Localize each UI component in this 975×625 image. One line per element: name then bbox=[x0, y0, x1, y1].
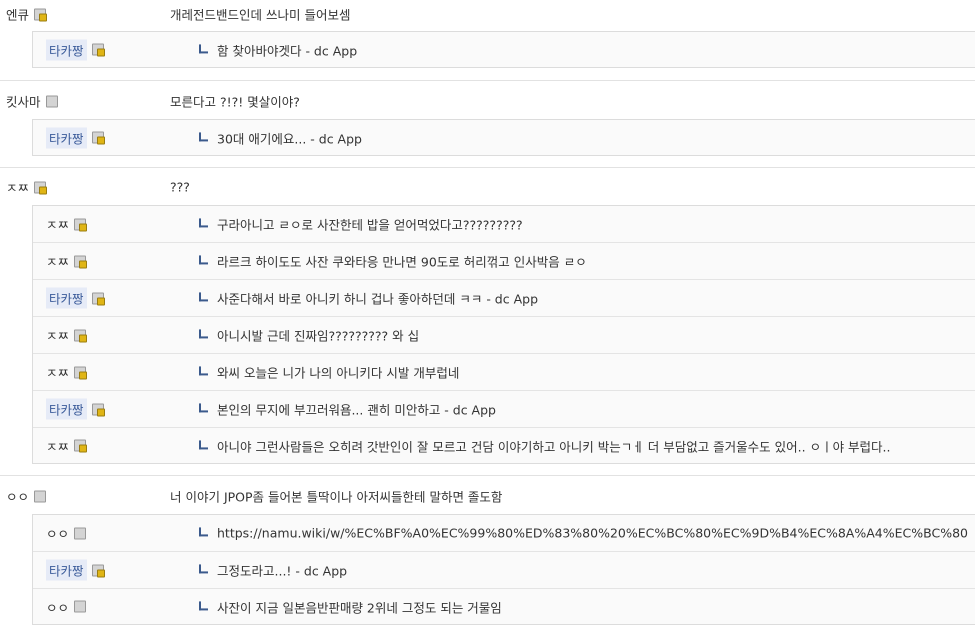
reply-arrow-icon bbox=[199, 218, 208, 228]
divider bbox=[0, 80, 975, 81]
comment-row: ㅈㅉ ??? bbox=[0, 173, 975, 201]
reply-arrow-icon bbox=[199, 255, 208, 265]
reply-arrow-icon bbox=[199, 564, 208, 574]
reply-author[interactable]: 타카짱 bbox=[46, 287, 105, 309]
reply-text: 라르크 하이도도 사잔 쿠와타응 만나면 90도로 허리꺾고 인사박음 ㄹㅇ bbox=[217, 254, 587, 270]
divider bbox=[0, 167, 975, 168]
gold-user-icon bbox=[91, 564, 105, 577]
comment-row: 엔큐 개레전드밴드인데 쓰나미 들어보셈 bbox=[0, 0, 975, 28]
reply-author[interactable]: 타카짱 bbox=[46, 559, 105, 581]
gold-user-icon bbox=[74, 366, 88, 379]
reply-text: 와씨 오늘은 니가 나의 아니키다 시발 개부럽네 bbox=[217, 365, 460, 381]
gray-user-icon bbox=[34, 490, 47, 502]
reply-row: ㅇㅇ https://namu.wiki/w/%EC%BF%A0%EC%99%8… bbox=[33, 515, 975, 552]
gold-user-icon bbox=[74, 439, 88, 453]
reply-row: ㅈㅉ 아니시발 근데 진짜임????????? 와 십 bbox=[33, 317, 975, 354]
divider bbox=[0, 475, 975, 476]
gold-user-icon bbox=[74, 255, 88, 268]
gold-user-icon bbox=[34, 181, 48, 194]
reply-arrow-icon bbox=[199, 600, 208, 610]
comment-text: 모른다고 ?!?! 몇살이야? bbox=[170, 94, 300, 110]
gray-user-icon bbox=[74, 600, 87, 613]
reply-arrow-icon bbox=[199, 43, 208, 53]
reply-author[interactable]: ㅈㅉ bbox=[46, 215, 88, 234]
reply-row: ㅈㅉ 와씨 오늘은 니가 나의 아니키다 시발 개부럽네 bbox=[33, 354, 975, 391]
reply-row: 타카짱 사준다해서 바로 아니키 하니 겁나 좋아하던데 ㅋㅋ - dc App bbox=[33, 280, 975, 317]
reply-text: 그정도라고...! - dc App bbox=[217, 563, 348, 579]
gold-user-icon bbox=[91, 131, 105, 145]
reply-row: ㅇㅇ 사잔이 지금 일본음반판매량 2위네 그정도 되는 거물임 bbox=[33, 589, 975, 624]
comment-author[interactable]: ㅇㅇ bbox=[6, 487, 47, 506]
reply-row: ㅈㅉ 아니야 그런사람들은 오히려 갓반인이 잘 모르고 건담 이야기하고 아니… bbox=[33, 428, 975, 463]
reply-arrow-icon bbox=[199, 403, 208, 413]
comment-row: ㅇㅇ 너 이야기 JPOP좀 들어본 틀딱이나 아저씨들한테 말하면 졸도함 bbox=[0, 482, 975, 510]
reply-text: 함 찾아바야겟다 - dc App bbox=[217, 43, 358, 58]
comment-text: 개레전드밴드인데 쓰나미 들어보셈 bbox=[170, 7, 351, 23]
reply-author[interactable]: ㅈㅉ bbox=[46, 326, 88, 345]
reply-arrow-icon bbox=[199, 527, 208, 537]
reply-author[interactable]: ㅇㅇ bbox=[46, 524, 87, 543]
reply-author[interactable]: ㅈㅉ bbox=[46, 436, 88, 455]
gold-user-icon bbox=[74, 329, 88, 342]
reply-author[interactable]: 타카짱 bbox=[46, 127, 105, 148]
reply-arrow-icon bbox=[199, 131, 208, 141]
gold-user-icon bbox=[34, 8, 48, 21]
reply-text: 30대 애기에요... - dc App bbox=[217, 131, 362, 146]
reply-text: 사잔이 지금 일본음반판매량 2위네 그정도 되는 거물임 bbox=[217, 600, 502, 615]
reply-text: 아니시발 근데 진짜임????????? 와 십 bbox=[217, 328, 420, 344]
gold-user-icon bbox=[91, 292, 105, 305]
gold-user-icon bbox=[91, 43, 105, 57]
reply-author[interactable]: ㅈㅉ bbox=[46, 252, 88, 271]
gold-user-icon bbox=[74, 218, 88, 231]
reply-arrow-icon bbox=[199, 292, 208, 302]
reply-arrow-icon bbox=[199, 329, 208, 339]
reply-arrow-icon bbox=[199, 439, 208, 449]
reply-author[interactable]: ㅇㅇ bbox=[46, 597, 87, 616]
reply-text: 본인의 무지에 부끄러워욤... 괜히 미안하고 - dc App bbox=[217, 402, 496, 418]
comment-text: ??? bbox=[170, 179, 190, 195]
comment-list: 엔큐 개레전드밴드인데 쓰나미 들어보셈 타카짱 함 찾아바야겟다 - dc A… bbox=[0, 0, 975, 625]
comment-text: 너 이야기 JPOP좀 들어본 틀딱이나 아저씨들한테 말하면 졸도함 bbox=[170, 489, 503, 505]
reply-list: ㅈㅉ 구라아니고 ㄹㅇ로 사잔한테 밥을 얻어먹었다고????????? ㅈㅉ … bbox=[32, 205, 975, 464]
reply-row: ㅈㅉ 구라아니고 ㄹㅇ로 사잔한테 밥을 얻어먹었다고????????? bbox=[33, 206, 975, 243]
comment-author[interactable]: 엔큐 bbox=[6, 5, 48, 24]
reply-author[interactable]: 타카짱 bbox=[46, 39, 105, 60]
gray-user-icon bbox=[74, 527, 87, 539]
gray-user-icon bbox=[45, 95, 58, 107]
reply-list: 타카짱 30대 애기에요... - dc App bbox=[32, 119, 975, 156]
reply-text: 사준다해서 바로 아니키 하니 겁나 좋아하던데 ㅋㅋ - dc App bbox=[217, 291, 538, 307]
reply-list: 타카짱 함 찾아바야겟다 - dc App bbox=[32, 31, 975, 68]
reply-text: 구라아니고 ㄹㅇ로 사잔한테 밥을 얻어먹었다고????????? bbox=[217, 217, 523, 233]
reply-text: 아니야 그런사람들은 오히려 갓반인이 잘 모르고 건담 이야기하고 아니키 박… bbox=[217, 439, 891, 454]
reply-link[interactable]: https://namu.wiki/w/%EC%BF%A0%EC%99%80%E… bbox=[217, 526, 968, 541]
reply-author[interactable]: ㅈㅉ bbox=[46, 363, 88, 382]
reply-row: ㅈㅉ 라르크 하이도도 사잔 쿠와타응 만나면 90도로 허리꺾고 인사박음 ㄹ… bbox=[33, 243, 975, 280]
reply-row: 타카짱 그정도라고...! - dc App bbox=[33, 552, 975, 589]
reply-row: 타카짱 30대 애기에요... - dc App bbox=[33, 120, 975, 155]
reply-list: ㅇㅇ https://namu.wiki/w/%EC%BF%A0%EC%99%8… bbox=[32, 514, 975, 625]
reply-author[interactable]: 타카짱 bbox=[46, 398, 105, 420]
reply-arrow-icon bbox=[199, 366, 208, 376]
comment-author[interactable]: ㅈㅉ bbox=[6, 178, 48, 197]
reply-row: 타카짱 본인의 무지에 부끄러워욤... 괜히 미안하고 - dc App bbox=[33, 391, 975, 428]
comment-author[interactable]: 킷사마 bbox=[6, 92, 58, 111]
reply-row: 타카짱 함 찾아바야겟다 - dc App bbox=[33, 32, 975, 67]
gold-user-icon bbox=[91, 403, 105, 416]
comment-row: 킷사마 모른다고 ?!?! 몇살이야? bbox=[0, 87, 975, 115]
